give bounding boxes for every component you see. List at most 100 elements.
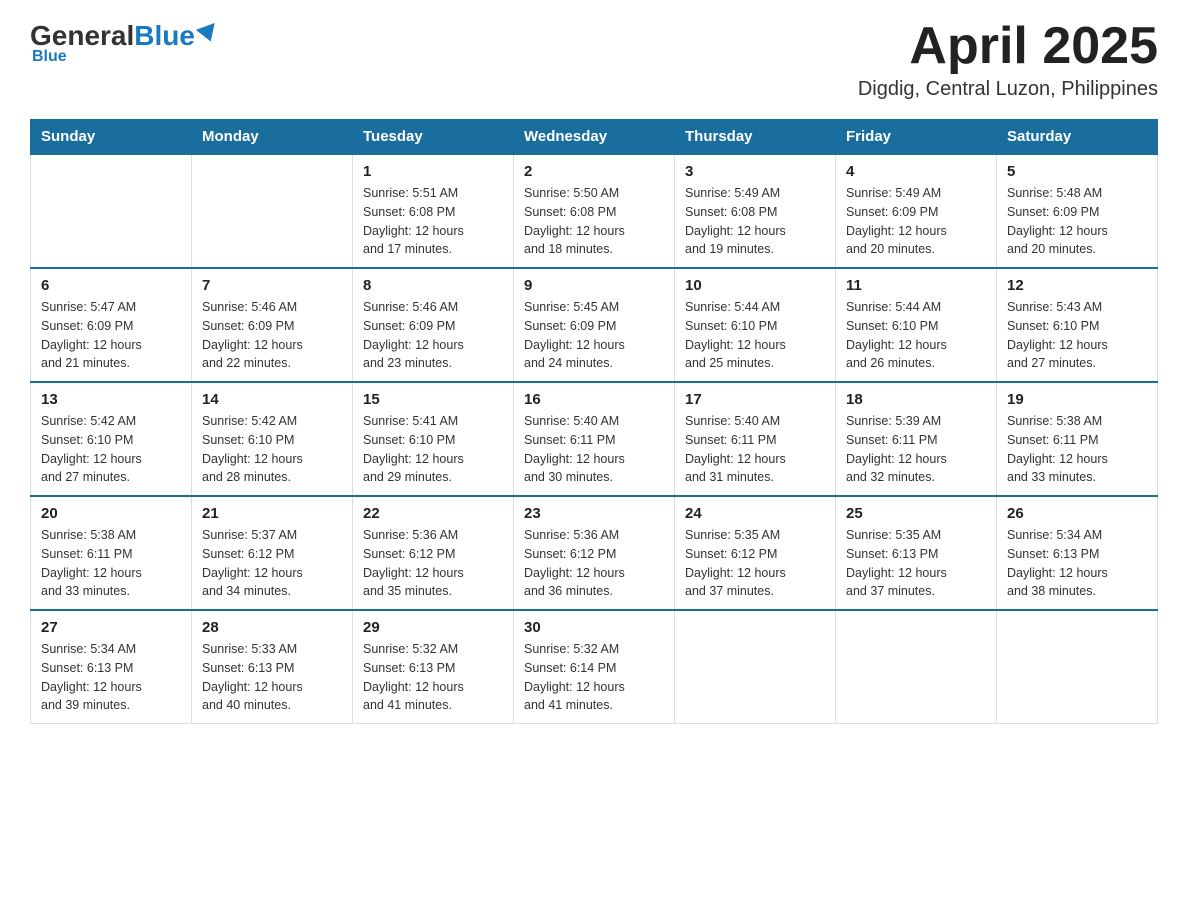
calendar-cell: 2Sunrise: 5:50 AM Sunset: 6:08 PM Daylig… [514,154,675,268]
day-number: 17 [685,391,825,408]
day-number: 11 [846,277,986,294]
calendar-cell: 16 Sunrise: 5:40 AM Sunset: 6:11 PM Dayli… [514,382,675,496]
calendar-cell: 29 Sunrise: 5:32 AM Sunset: 6:13 PM Dayli… [353,610,514,724]
day-number: 15 [363,391,503,408]
calendar-cell: 13 Sunrise: 5:42 AM Sunset: 6:10 PM Dayli… [31,382,192,496]
day-number: 30 [524,619,664,636]
logo-blue-text: Blue [134,20,195,52]
col-friday: Friday [836,120,997,155]
calendar-cell: 6Sunrise: 5:47 AM Sunset: 6:09 PM Daylig… [31,268,192,382]
day-number: 29 [363,619,503,636]
calendar-cell: 23Sunrise: 5:36 AM Sunset: 6:12 PM Dayli… [514,496,675,610]
day-number: 4 [846,163,986,180]
day-number: 18 [846,391,986,408]
col-wednesday: Wednesday [514,120,675,155]
day-number: 3 [685,163,825,180]
day-info: Sunrise: 5:42 AM Sunset: 6:10 PM Dayligh… [202,412,342,487]
col-sunday: Sunday [31,120,192,155]
calendar-cell: 20 Sunrise: 5:38 AM Sunset: 6:11 PM Dayli… [31,496,192,610]
day-number: 24 [685,505,825,522]
calendar-cell [997,610,1158,724]
calendar-week-row: 20 Sunrise: 5:38 AM Sunset: 6:11 PM Dayli… [31,496,1158,610]
day-info: Sunrise: 5:45 AM Sunset: 6:09 PM Dayligh… [524,298,664,373]
day-number: 23 [524,505,664,522]
calendar-cell: 28 Sunrise: 5:33 AM Sunset: 6:13 PM Dayli… [192,610,353,724]
calendar-cell: 12 Sunrise: 5:43 AM Sunset: 6:10 PM Dayli… [997,268,1158,382]
calendar-cell: 26 Sunrise: 5:34 AM Sunset: 6:13 PM Dayli… [997,496,1158,610]
calendar-subtitle: Digdig, Central Luzon, Philippines [858,78,1158,101]
calendar-cell: 1Sunrise: 5:51 AM Sunset: 6:08 PM Daylig… [353,154,514,268]
day-number: 13 [41,391,181,408]
page-header: GeneralBlue Blue April 2025 Digdig, Cent… [30,20,1158,101]
day-number: 20 [41,505,181,522]
day-info: Sunrise: 5:40 AM Sunset: 6:11 PM Dayligh… [685,412,825,487]
day-info: Sunrise: 5:33 AM Sunset: 6:13 PM Dayligh… [202,640,342,715]
calendar-cell: 18Sunrise: 5:39 AM Sunset: 6:11 PM Dayli… [836,382,997,496]
day-number: 2 [524,163,664,180]
calendar-cell: 15Sunrise: 5:41 AM Sunset: 6:10 PM Dayli… [353,382,514,496]
day-info: Sunrise: 5:37 AM Sunset: 6:12 PM Dayligh… [202,526,342,601]
day-number: 9 [524,277,664,294]
day-info: Sunrise: 5:48 AM Sunset: 6:09 PM Dayligh… [1007,184,1147,259]
calendar-title: April 2025 [858,20,1158,72]
calendar-cell: 9 Sunrise: 5:45 AM Sunset: 6:09 PM Daylig… [514,268,675,382]
calendar-table: Sunday Monday Tuesday Wednesday Thursday… [30,119,1158,724]
calendar-cell: 14 Sunrise: 5:42 AM Sunset: 6:10 PM Dayli… [192,382,353,496]
calendar-cell [31,154,192,268]
day-number: 5 [1007,163,1147,180]
calendar-week-row: 1Sunrise: 5:51 AM Sunset: 6:08 PM Daylig… [31,154,1158,268]
day-number: 22 [363,505,503,522]
day-number: 10 [685,277,825,294]
day-info: Sunrise: 5:43 AM Sunset: 6:10 PM Dayligh… [1007,298,1147,373]
day-info: Sunrise: 5:44 AM Sunset: 6:10 PM Dayligh… [846,298,986,373]
day-info: Sunrise: 5:34 AM Sunset: 6:13 PM Dayligh… [41,640,181,715]
day-number: 7 [202,277,342,294]
day-info: Sunrise: 5:35 AM Sunset: 6:13 PM Dayligh… [846,526,986,601]
header-row: Sunday Monday Tuesday Wednesday Thursday… [31,120,1158,155]
calendar-cell: 17 Sunrise: 5:40 AM Sunset: 6:11 PM Dayli… [675,382,836,496]
calendar-week-row: 27 Sunrise: 5:34 AM Sunset: 6:13 PM Dayli… [31,610,1158,724]
day-info: Sunrise: 5:46 AM Sunset: 6:09 PM Dayligh… [363,298,503,373]
day-number: 26 [1007,505,1147,522]
calendar-cell: 4Sunrise: 5:49 AM Sunset: 6:09 PM Daylig… [836,154,997,268]
day-number: 16 [524,391,664,408]
calendar-cell: 3 Sunrise: 5:49 AM Sunset: 6:08 PM Daylig… [675,154,836,268]
day-info: Sunrise: 5:47 AM Sunset: 6:09 PM Dayligh… [41,298,181,373]
day-info: Sunrise: 5:46 AM Sunset: 6:09 PM Dayligh… [202,298,342,373]
calendar-cell: 21 Sunrise: 5:37 AM Sunset: 6:12 PM Dayli… [192,496,353,610]
calendar-cell: 10Sunrise: 5:44 AM Sunset: 6:10 PM Dayli… [675,268,836,382]
day-info: Sunrise: 5:38 AM Sunset: 6:11 PM Dayligh… [41,526,181,601]
calendar-cell [192,154,353,268]
day-number: 27 [41,619,181,636]
day-info: Sunrise: 5:32 AM Sunset: 6:13 PM Dayligh… [363,640,503,715]
col-thursday: Thursday [675,120,836,155]
day-info: Sunrise: 5:32 AM Sunset: 6:14 PM Dayligh… [524,640,664,715]
calendar-header: Sunday Monday Tuesday Wednesday Thursday… [31,120,1158,155]
calendar-cell: 22 Sunrise: 5:36 AM Sunset: 6:12 PM Dayli… [353,496,514,610]
day-info: Sunrise: 5:42 AM Sunset: 6:10 PM Dayligh… [41,412,181,487]
col-tuesday: Tuesday [353,120,514,155]
title-block: April 2025 Digdig, Central Luzon, Philip… [858,20,1158,101]
day-number: 19 [1007,391,1147,408]
calendar-week-row: 6Sunrise: 5:47 AM Sunset: 6:09 PM Daylig… [31,268,1158,382]
day-number: 28 [202,619,342,636]
calendar-cell: 27 Sunrise: 5:34 AM Sunset: 6:13 PM Dayli… [31,610,192,724]
day-number: 14 [202,391,342,408]
day-info: Sunrise: 5:40 AM Sunset: 6:11 PM Dayligh… [524,412,664,487]
day-number: 12 [1007,277,1147,294]
day-info: Sunrise: 5:36 AM Sunset: 6:12 PM Dayligh… [363,526,503,601]
day-number: 21 [202,505,342,522]
day-number: 1 [363,163,503,180]
day-info: Sunrise: 5:34 AM Sunset: 6:13 PM Dayligh… [1007,526,1147,601]
day-info: Sunrise: 5:35 AM Sunset: 6:12 PM Dayligh… [685,526,825,601]
calendar-cell: 8Sunrise: 5:46 AM Sunset: 6:09 PM Daylig… [353,268,514,382]
day-number: 25 [846,505,986,522]
calendar-cell: 25 Sunrise: 5:35 AM Sunset: 6:13 PM Dayli… [836,496,997,610]
logo-triangle-icon [196,23,220,45]
calendar-cell: 24 Sunrise: 5:35 AM Sunset: 6:12 PM Dayli… [675,496,836,610]
calendar-week-row: 13 Sunrise: 5:42 AM Sunset: 6:10 PM Dayli… [31,382,1158,496]
col-monday: Monday [192,120,353,155]
day-info: Sunrise: 5:49 AM Sunset: 6:08 PM Dayligh… [685,184,825,259]
calendar-cell: 30 Sunrise: 5:32 AM Sunset: 6:14 PM Dayli… [514,610,675,724]
calendar-cell: 5 Sunrise: 5:48 AM Sunset: 6:09 PM Daylig… [997,154,1158,268]
